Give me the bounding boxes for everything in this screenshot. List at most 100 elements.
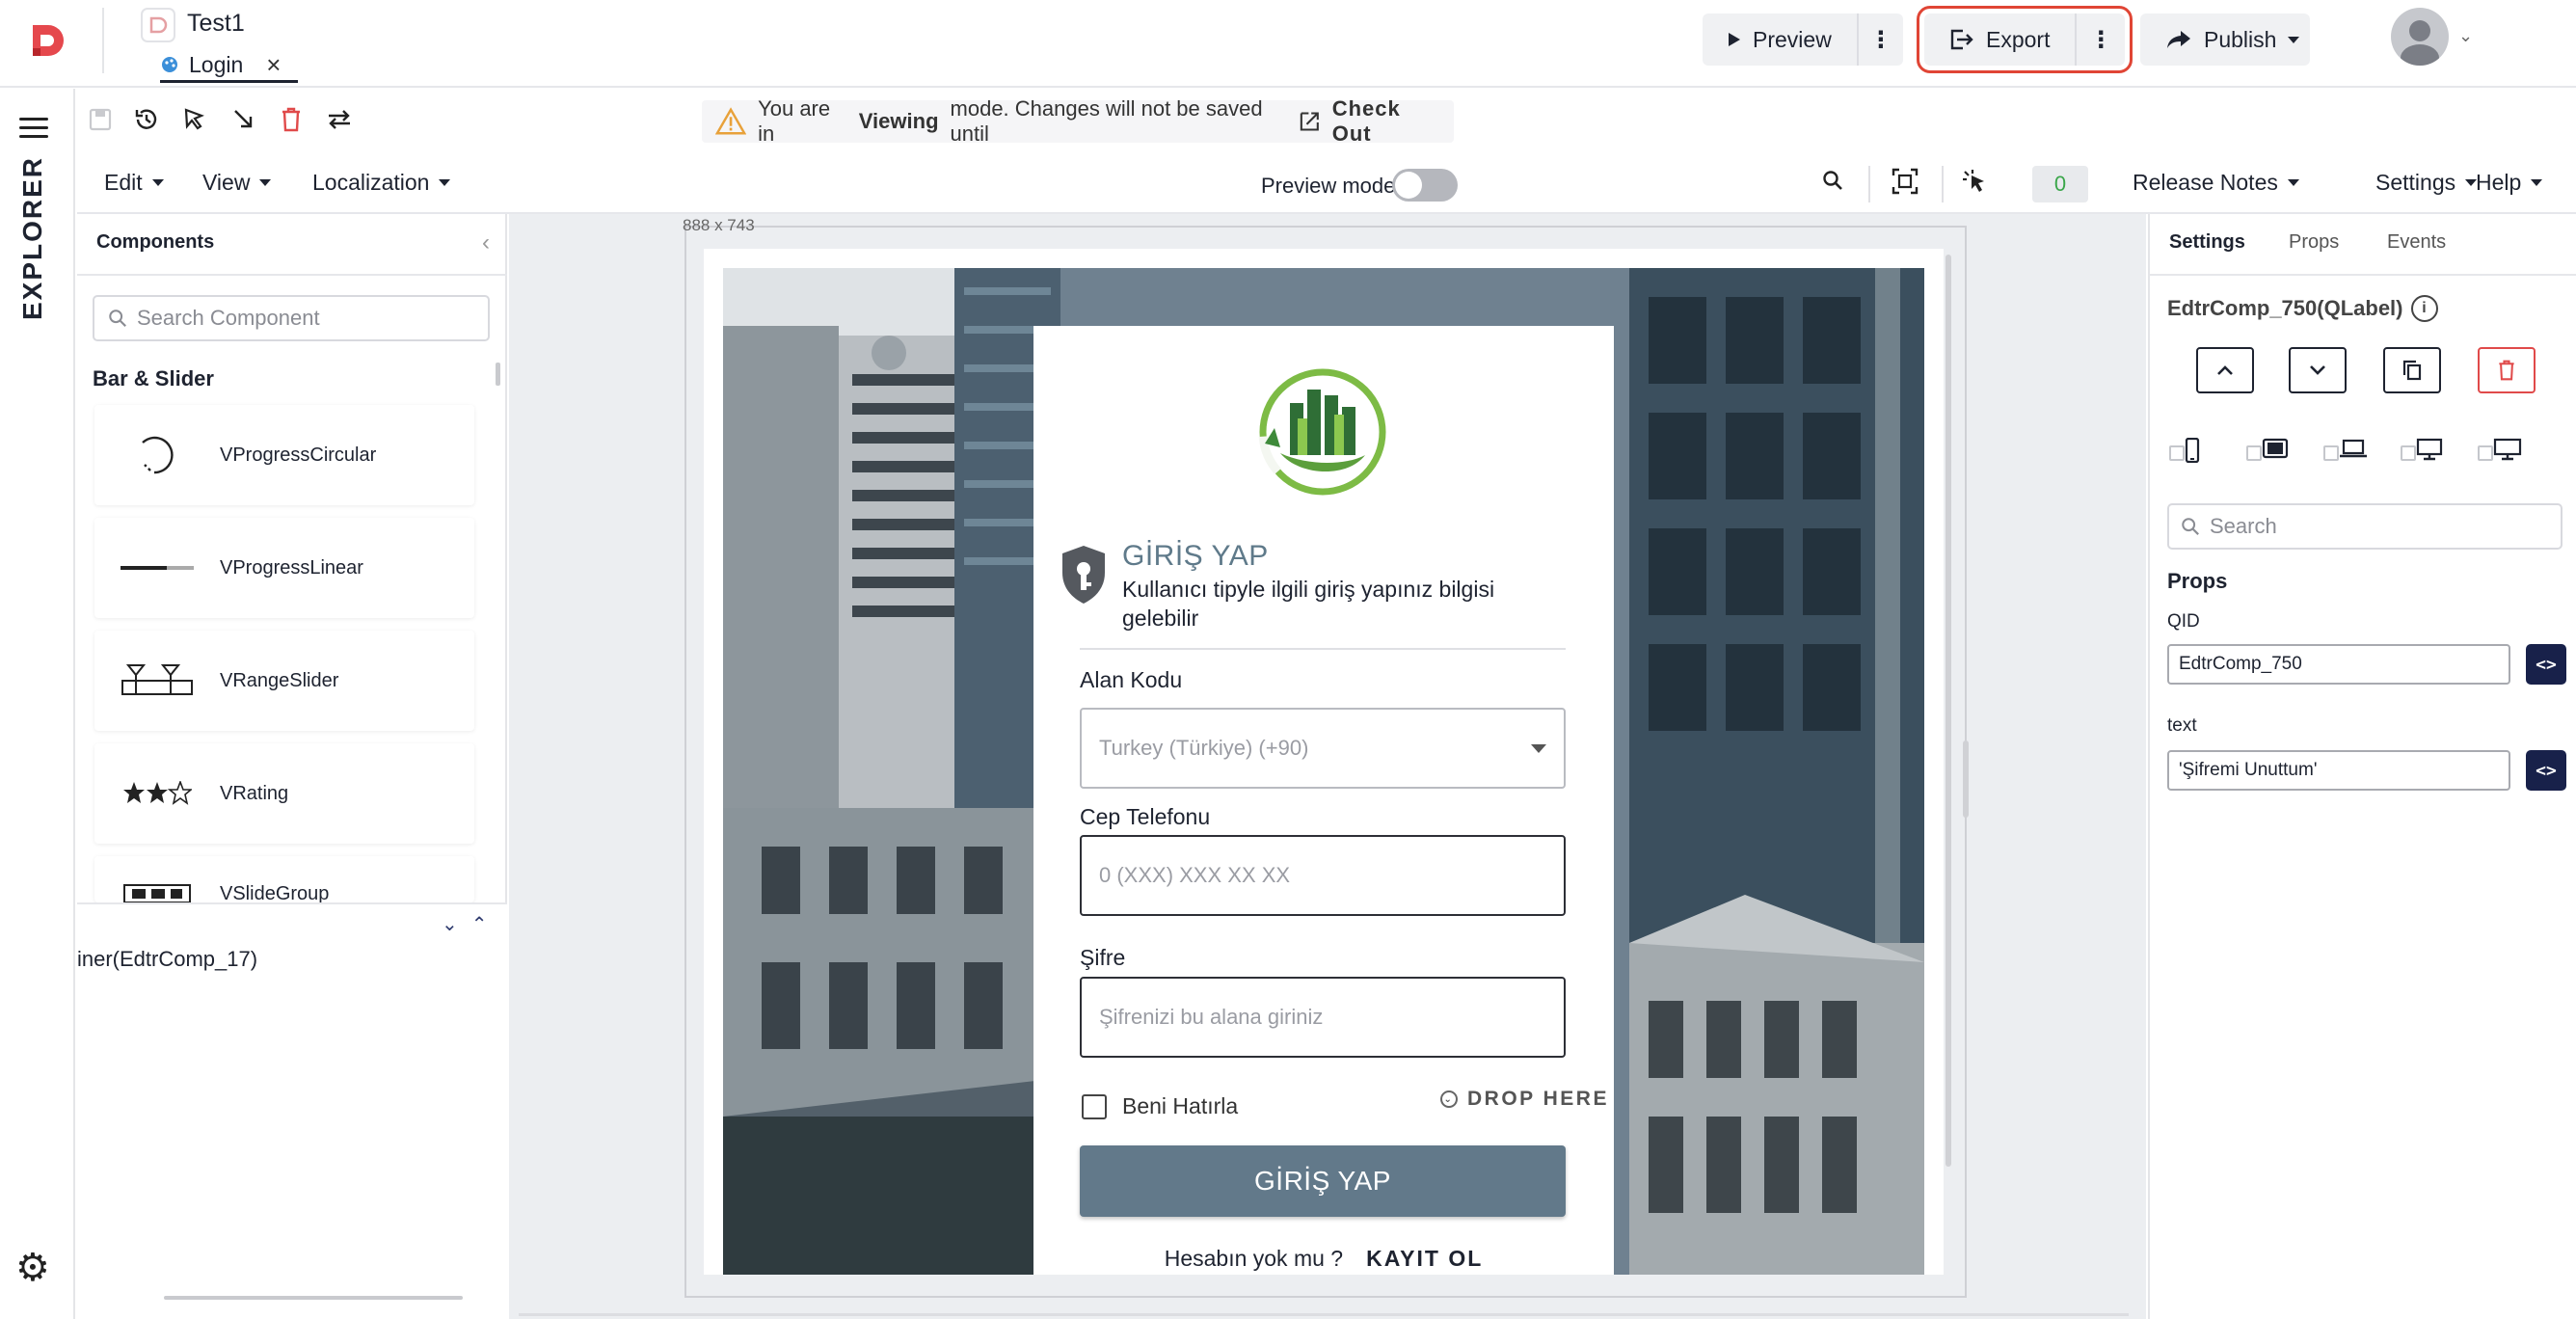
publish-label: Publish: [2204, 26, 2277, 52]
login-submit-button[interactable]: GİRİŞ YAP: [1080, 1145, 1566, 1217]
project-title[interactable]: Test1: [187, 10, 245, 38]
banner-suffix: mode. Changes will not be saved until: [950, 96, 1263, 146]
horizontal-scrollbar[interactable]: [164, 1296, 463, 1300]
app-logo[interactable]: [29, 21, 67, 60]
preview-button[interactable]: Preview: [1703, 13, 1857, 66]
error-counter-badge[interactable]: 0: [2032, 166, 2088, 202]
gear-icon[interactable]: ⚙: [15, 1249, 50, 1287]
phone-label: Cep Telefonu: [1080, 804, 1211, 829]
tablet-icon[interactable]: [2262, 438, 2289, 465]
component-name: VProgressCircular: [220, 444, 377, 466]
menu-icon[interactable]: [19, 118, 48, 139]
chevron-left-icon[interactable]: ‹: [482, 229, 490, 256]
info-icon[interactable]: i: [2410, 295, 2438, 322]
login-card: GİRİŞ YAP Kullanıcı tipyle ilgili giriş …: [1033, 326, 1614, 1275]
divider: [1080, 648, 1566, 650]
tab-login[interactable]: Login ×: [160, 46, 300, 83]
tab-settings[interactable]: Settings: [2169, 231, 2245, 254]
component-card[interactable]: VRating: [94, 743, 474, 844]
tree-item[interactable]: iner(EdtrComp_17): [77, 947, 257, 972]
component-search-input[interactable]: Search Component: [93, 295, 490, 341]
component-card[interactable]: VSlideGroup: [94, 856, 474, 902]
move-down-button[interactable]: [2289, 347, 2347, 393]
component-card[interactable]: VRangeSlider: [94, 631, 474, 731]
phone-input[interactable]: 0 (XXX) XXX XX XX: [1080, 835, 1566, 916]
signup-link[interactable]: KAYIT OL: [1366, 1246, 1483, 1272]
signup-row: Hesabın yok mu ? KAYIT OL: [1033, 1246, 1614, 1272]
login-subtitle: Kullanıcı tipyle ilgili giriş yapınız bi…: [1122, 577, 1495, 631]
device-checkbox[interactable]: [2246, 445, 2262, 461]
menu-release-notes[interactable]: Release Notes: [2133, 170, 2299, 196]
menu-help[interactable]: Help: [2476, 170, 2543, 196]
menu-localization[interactable]: Localization: [312, 170, 451, 196]
preview-mode-toggle[interactable]: [1392, 169, 1458, 202]
divider: [1868, 166, 1870, 202]
target-icon: ⌄: [1440, 1090, 1458, 1108]
area-code-select[interactable]: Turkey (Türkiye) (+90): [1080, 708, 1566, 789]
password-input[interactable]: Şifrenizi bu alana giriniz: [1080, 977, 1566, 1058]
checkout-link[interactable]: Check Out: [1332, 96, 1440, 147]
select-cursor-icon[interactable]: [179, 104, 210, 135]
export-button-group: Export ⋮: [1917, 6, 2133, 73]
delete-button[interactable]: [2478, 347, 2536, 393]
explorer-label[interactable]: EXPLORER: [17, 156, 48, 320]
history-icon[interactable]: [131, 104, 162, 135]
selected-component-title: EdtrComp_750(QLabel) i: [2167, 295, 2438, 322]
menu-edit[interactable]: Edit: [104, 170, 164, 196]
page-frame[interactable]: GİRİŞ YAP Kullanıcı tipyle ilgili giriş …: [704, 249, 1944, 1275]
close-icon[interactable]: ×: [266, 52, 281, 77]
preview-more-button[interactable]: ⋮: [1856, 13, 1903, 66]
phone-icon[interactable]: [2185, 437, 2200, 469]
copy-button[interactable]: [2383, 347, 2441, 393]
pointer-click-icon[interactable]: [1961, 168, 1988, 202]
move-up-button[interactable]: [2196, 347, 2254, 393]
component-search-placeholder: Search Component: [137, 306, 320, 330]
section-heading: Bar & Slider: [93, 366, 214, 390]
tab-props[interactable]: Props: [2289, 231, 2339, 254]
desktop-icon[interactable]: [2416, 438, 2443, 467]
code-toggle-button[interactable]: <>: [2526, 644, 2566, 685]
delete-icon[interactable]: [276, 104, 307, 135]
progress-circular-icon: [94, 405, 220, 505]
menu-view[interactable]: View: [202, 170, 272, 196]
expand-collapse-icons[interactable]: ⌄⌃: [442, 912, 501, 936]
move-icon[interactable]: [228, 104, 258, 135]
publish-button[interactable]: Publish: [2140, 13, 2310, 66]
avatar[interactable]: [2391, 8, 2449, 66]
device-checkbox[interactable]: [2401, 445, 2416, 461]
export-button[interactable]: Export: [1924, 13, 2075, 66]
chevron-down-icon[interactable]: ⌄: [2458, 26, 2473, 46]
laptop-icon[interactable]: [2339, 438, 2368, 465]
preview-mode-label: Preview mode: [1261, 174, 1396, 198]
swap-icon[interactable]: [324, 104, 355, 135]
tab-events[interactable]: Events: [2387, 231, 2446, 254]
search-icon[interactable]: [1822, 170, 1843, 198]
device-checkbox[interactable]: [2169, 445, 2185, 461]
properties-tabs: Settings Props Events: [2150, 214, 2576, 276]
share-arrow-icon: [2167, 31, 2190, 48]
menu-settings[interactable]: Settings: [2375, 170, 2478, 196]
menu-help-label: Help: [2476, 170, 2522, 195]
device-checkbox[interactable]: [2323, 445, 2339, 461]
property-search-input[interactable]: Search: [2167, 503, 2563, 550]
viewing-mode-banner: You are in Viewing mode. Changes will no…: [702, 96, 1454, 146]
project-icon: [141, 8, 175, 42]
divider: [1942, 166, 1944, 202]
save-icon[interactable]: [85, 104, 116, 135]
rating-icon: [94, 743, 220, 844]
qid-input[interactable]: EdtrComp_750: [2167, 644, 2510, 685]
code-toggle-button[interactable]: <>: [2526, 750, 2566, 791]
scrollbar[interactable]: [496, 363, 500, 386]
monitor-icon[interactable]: [2493, 438, 2522, 467]
range-slider-icon: [94, 631, 220, 731]
remember-me-checkbox[interactable]: Beni Hatırla: [1082, 1093, 1238, 1119]
resize-handle[interactable]: [1963, 740, 1969, 818]
text-prop-input[interactable]: 'Şifremi Unuttum': [2167, 750, 2510, 791]
frame-scrollbar[interactable]: [1945, 255, 1951, 1167]
export-more-button[interactable]: ⋮: [2075, 13, 2125, 66]
component-card[interactable]: VProgressCircular: [94, 405, 474, 505]
screen-capture-icon[interactable]: [1892, 168, 1919, 202]
drop-zone[interactable]: ⌄ DROP HERE: [1440, 1088, 1609, 1111]
device-checkbox[interactable]: [2478, 445, 2493, 461]
component-card[interactable]: VProgressLinear: [94, 518, 474, 618]
